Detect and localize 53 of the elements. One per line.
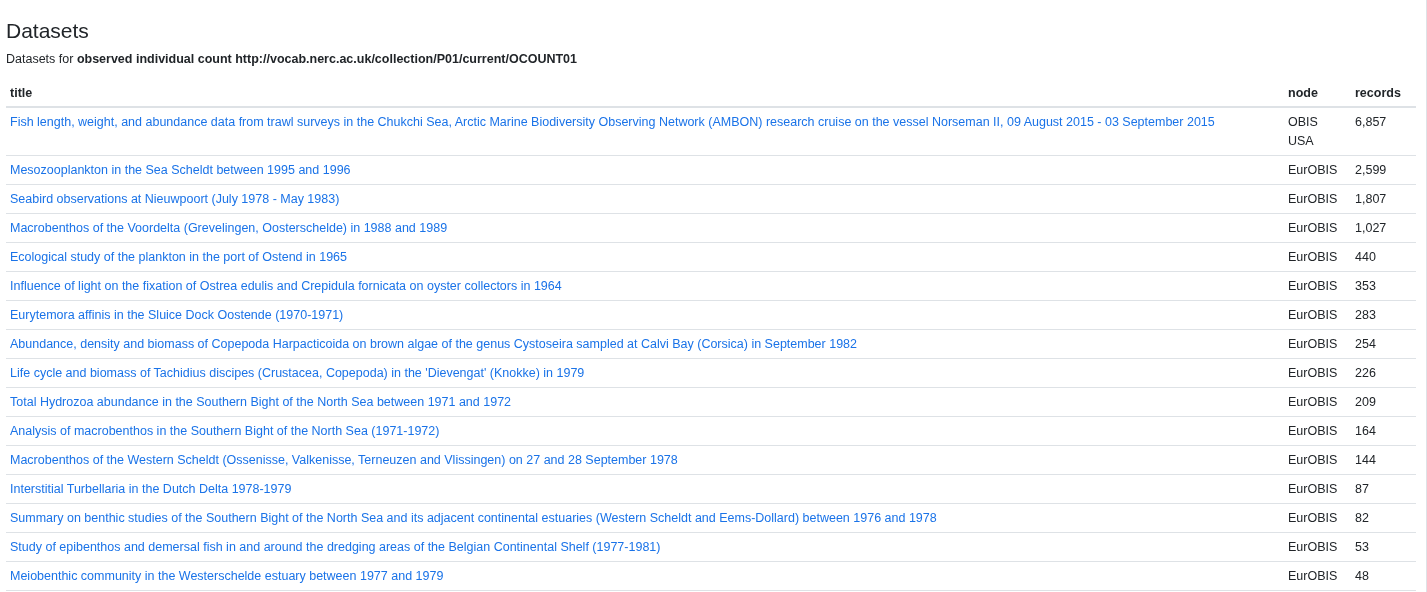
node-cell: EurOBIS	[1288, 452, 1338, 467]
dataset-link[interactable]: Analysis of macrobenthos in the Southern Bight of the North Sea (1971-1972)	[10, 423, 440, 438]
node-cell: EurOBIS	[1288, 307, 1338, 322]
dataset-link[interactable]: Mesozooplankton in the Sea Scheldt between 1995 and 1996	[10, 162, 351, 177]
node-cell: EurOBIS	[1288, 568, 1338, 583]
dataset-link[interactable]: Abundance, density and biomass of Copepoda Harpacticoida on brown algae of the genus Cystoseira sampled at Calvi Bay (Corsica) in September 1982	[10, 336, 857, 351]
node-cell: EurOBIS	[1288, 539, 1338, 554]
node-cell: EurOBIS	[1288, 423, 1338, 438]
dataset-link[interactable]: Interstitial Turbellaria in the Dutch Delta 1978-1979	[10, 481, 292, 496]
node-cell: OBIS USA	[1288, 114, 1318, 148]
records-cell: 226	[1355, 365, 1376, 380]
node-cell: EurOBIS	[1288, 365, 1338, 380]
dataset-link[interactable]: Life cycle and biomass of Tachidius discipes (Crustacea, Copepoda) in the 'Dievengat' (Knokke) in 1979	[10, 365, 585, 380]
dataset-link[interactable]: Ecological study of the plankton in the port of Ostend in 1965	[10, 249, 348, 264]
datasets-description: Datasets for observed individual count http://vocab.nerc.ac.uk/collection/P01/current/OCOUNT01	[6, 51, 578, 67]
node-cell: EurOBIS	[1288, 336, 1338, 351]
records-cell: 144	[1355, 452, 1376, 467]
column-header: records	[1355, 86, 1401, 100]
records-cell: 2,599	[1355, 162, 1387, 177]
records-cell: 48	[1355, 568, 1369, 583]
page-heading: Datasets	[6, 18, 90, 44]
dataset-link[interactable]: Summary on benthic studies of the Southern Bight of the North Sea and its adjacent continental estuaries (Western Scheldt and Eems-Dollard) between 1976 and 1978	[10, 510, 937, 525]
dataset-link[interactable]: Meiobenthic community in the Westerschelde estuary between 1977 and 1979	[10, 568, 444, 583]
column-header: node	[1288, 86, 1318, 100]
node-cell: EurOBIS	[1288, 278, 1338, 293]
records-cell: 283	[1355, 307, 1376, 322]
dataset-link[interactable]: Macrobenthos of the Voordelta (Grevelingen, Oosterschelde) in 1988 and 1989	[10, 220, 448, 235]
records-cell: 440	[1355, 249, 1376, 264]
records-cell: 353	[1355, 278, 1376, 293]
node-cell: EurOBIS	[1288, 162, 1338, 177]
dataset-link[interactable]: Macrobenthos of the Western Scheldt (Ossenisse, Valkenisse, Terneuzen and Vlissingen) on 27 and 28 September 1978	[10, 452, 678, 467]
node-cell: EurOBIS	[1288, 191, 1338, 206]
dataset-link[interactable]: Eurytemora affinis in the Sluice Dock Oostende (1970-1971)	[10, 307, 344, 322]
node-cell: EurOBIS	[1288, 220, 1338, 235]
column-header: title	[10, 86, 33, 100]
node-cell: EurOBIS	[1288, 249, 1338, 264]
records-cell: 1,027	[1355, 220, 1387, 235]
records-cell: 1,807	[1355, 191, 1387, 206]
dataset-link[interactable]: Total Hydrozoa abundance in the Southern Bight of the North Sea between 1971 and 1972	[10, 394, 512, 409]
records-cell: 82	[1355, 510, 1369, 525]
records-cell: 164	[1355, 423, 1376, 438]
dataset-link[interactable]: Seabird observations at Nieuwpoort (July 1978 - May 1983)	[10, 191, 340, 206]
records-cell: 6,857	[1355, 114, 1387, 129]
records-cell: 87	[1355, 481, 1369, 496]
dataset-link[interactable]: Influence of light on the fixation of Ostrea edulis and Crepidula fornicata on oyster collectors in 1964	[10, 278, 562, 293]
records-cell: 53	[1355, 539, 1369, 554]
records-cell: 209	[1355, 394, 1376, 409]
records-cell: 254	[1355, 336, 1376, 351]
dataset-link[interactable]: Study of epibenthos and demersal fish in and around the dredging areas of the Belgian Continental Shelf (1977-1981)	[10, 539, 661, 554]
node-cell: EurOBIS	[1288, 510, 1338, 525]
node-cell: EurOBIS	[1288, 481, 1338, 496]
dataset-link[interactable]: Fish length, weight, and abundance data from trawl surveys in the Chukchi Sea, Arctic Marine Biodiversity Observing Network (AMBON) research cruise on the vessel Norseman II, 09 August 2015 - 03 September 2015	[10, 114, 1215, 129]
node-cell: EurOBIS	[1288, 394, 1338, 409]
